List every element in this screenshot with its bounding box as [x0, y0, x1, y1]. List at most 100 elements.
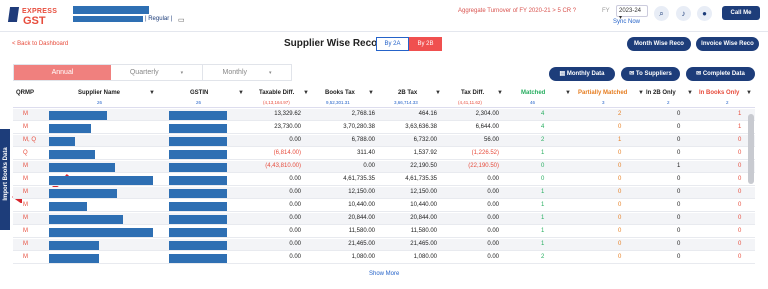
cell-partial[interactable]: 0 [618, 176, 621, 182]
col-gstin[interactable]: GSTIN [190, 90, 208, 96]
cell-inbooks[interactable]: 0 [738, 241, 741, 247]
cell-matched[interactable]: 1 [541, 228, 544, 234]
tab-annual[interactable]: Annual [14, 65, 111, 80]
col-books-tax[interactable]: Books Tax [325, 90, 355, 96]
table-row[interactable]: M 23,730.00 3,70,280.38 3,63,636.38 6,644.00… [13, 122, 755, 134]
supplier-name-redacted[interactable] [49, 163, 115, 172]
supplier-name-redacted[interactable] [49, 124, 91, 133]
cell-inbooks[interactable]: 0 [738, 254, 741, 260]
supplier-name-redacted[interactable] [49, 111, 107, 120]
gstin-card-icon[interactable]: ▭ [178, 16, 185, 24]
month-wise-reco-button[interactable]: Month Wise Reco [627, 37, 691, 51]
cell-in2b[interactable]: 1 [677, 163, 680, 169]
cell-inbooks[interactable]: 0 [738, 202, 741, 208]
cell-in2b[interactable]: 0 [677, 189, 680, 195]
supplier-name-redacted[interactable] [49, 241, 99, 250]
cell-in2b[interactable]: 0 [677, 202, 680, 208]
cell-partial[interactable]: 0 [618, 241, 621, 247]
table-row[interactable]: M 0.00 4,61,735.35 4,61,735.35 0.00 0 0 0 0 [13, 174, 755, 186]
cell-in2b[interactable]: 0 [677, 111, 680, 117]
col-2b-tax[interactable]: 2B Tax [398, 90, 417, 96]
table-row[interactable]: M 13,329.62 2,768.16 464.16 2,304.00 4 2 0 1 [13, 109, 755, 121]
supplier-name-redacted[interactable] [49, 137, 75, 146]
cell-partial[interactable]: 0 [618, 215, 621, 221]
filter-icon[interactable]: ▼ [687, 90, 693, 96]
cell-in2b[interactable]: 0 [677, 241, 680, 247]
col-in-books-only[interactable]: In Books Only [699, 90, 739, 96]
cell-inbooks[interactable]: 0 [738, 228, 741, 234]
supplier-name-redacted[interactable] [49, 228, 153, 237]
brand-logo[interactable]: EXPRESS GST [7, 5, 57, 27]
table-row[interactable]: M (4,43,810.00) 0.00 22,190.50 (22,190.50) 0 0… [13, 161, 755, 173]
table-row[interactable]: M 0.00 12,150.00 12,150.00 0.00 1 0 0 0 [13, 187, 755, 199]
col-taxable-diff[interactable]: Taxable Diff. [259, 90, 294, 96]
cell-matched[interactable]: 4 [541, 111, 544, 117]
filter-icon[interactable]: ▼ [497, 90, 503, 96]
tab-monthly[interactable]: Monthly ▾ [203, 65, 291, 80]
table-row[interactable]: M, Q 0.00 6,788.00 6,732.00 56.00 2 1 0 0 [13, 135, 755, 147]
cell-partial[interactable]: 0 [618, 228, 621, 234]
search-icon[interactable]: ⌕ [654, 6, 669, 21]
invoice-wise-reco-button[interactable]: Invoice Wise Reco [696, 37, 759, 51]
filter-icon[interactable]: ▼ [149, 90, 155, 96]
cell-matched[interactable]: 2 [541, 137, 544, 143]
cell-inbooks[interactable]: 0 [738, 215, 741, 221]
to-suppliers-button[interactable]: ✉ To Suppliers [621, 67, 680, 81]
filter-icon[interactable]: ▼ [638, 90, 644, 96]
cell-matched[interactable]: 2 [541, 254, 544, 260]
supplier-name-redacted[interactable] [49, 202, 87, 211]
cell-inbooks[interactable]: 0 [738, 189, 741, 195]
cell-in2b[interactable]: 0 [677, 215, 680, 221]
fy-select[interactable]: 2023-24 ▾ [616, 5, 648, 21]
cell-inbooks[interactable]: 0 [738, 176, 741, 182]
cell-partial[interactable]: 0 [618, 163, 621, 169]
cell-inbooks[interactable]: 0 [738, 150, 741, 156]
cell-matched[interactable]: 0 [541, 176, 544, 182]
filter-icon[interactable]: ▼ [746, 90, 752, 96]
supplier-name-redacted[interactable] [49, 215, 123, 224]
table-row[interactable]: M 0.00 20,844.00 20,844.00 0.00 1 0 0 0 [13, 213, 755, 225]
table-row[interactable]: M 0.00 21,465.00 21,465.00 0.00 1 0 0 0 [13, 239, 755, 251]
cell-inbooks[interactable]: 0 [738, 137, 741, 143]
cell-matched[interactable]: 1 [541, 215, 544, 221]
call-me-button[interactable]: Call Me [722, 6, 760, 20]
scrollbar[interactable] [748, 114, 754, 184]
supplier-name-redacted[interactable] [49, 150, 95, 159]
toggle-by-2a[interactable]: By 2A [376, 37, 409, 51]
cell-in2b[interactable]: 0 [677, 124, 680, 130]
cell-matched[interactable]: 4 [541, 124, 544, 130]
cell-matched[interactable]: 1 [541, 241, 544, 247]
cell-in2b[interactable]: 0 [677, 228, 680, 234]
supplier-name-redacted[interactable] [49, 254, 99, 263]
cell-matched[interactable]: 0 [541, 163, 544, 169]
cell-partial[interactable]: 0 [618, 124, 621, 130]
user-icon[interactable]: ● [697, 6, 712, 21]
table-row[interactable]: M 0.00 10,440.00 10,440.00 0.00 1 0 0 0 [13, 200, 755, 212]
cell-inbooks[interactable]: 1 [738, 124, 741, 130]
supplier-name-redacted[interactable] [49, 189, 117, 198]
col-partially-matched[interactable]: Partially Matched [578, 90, 627, 96]
toggle-by-2b[interactable]: By 2B [409, 37, 442, 51]
filter-icon[interactable]: ▼ [368, 90, 374, 96]
back-to-dashboard-link[interactable]: < Back to Dashboard [12, 41, 68, 47]
filter-icon[interactable]: ▼ [435, 90, 441, 96]
cell-partial[interactable]: 0 [618, 150, 621, 156]
monthly-data-button[interactable]: ▤ Monthly Data [549, 67, 615, 81]
cell-in2b[interactable]: 0 [677, 150, 680, 156]
cell-partial[interactable]: 1 [618, 137, 621, 143]
cell-matched[interactable]: 1 [541, 189, 544, 195]
complete-data-button[interactable]: ✉ Complete Data [686, 67, 755, 81]
sync-now-link[interactable]: Sync Now [613, 19, 640, 25]
cell-in2b[interactable]: 0 [677, 176, 680, 182]
col-tax-diff[interactable]: Tax Diff. [461, 90, 484, 96]
show-more-link[interactable]: Show More [369, 271, 399, 277]
cell-matched[interactable]: 1 [541, 150, 544, 156]
table-row[interactable]: M 0.00 1,080.00 1,080.00 0.00 2 0 0 0 [13, 252, 755, 264]
col-matched[interactable]: Matched [521, 90, 545, 96]
table-row[interactable]: M 0.00 11,580.00 11,580.00 0.00 1 0 0 0 [13, 226, 755, 238]
supplier-name-redacted[interactable] [49, 176, 153, 185]
filter-icon[interactable]: ▼ [238, 90, 244, 96]
table-row[interactable]: Q (6,814.00) 311.40 1,537.92 (1,226.52) 1 0 0 0 [13, 148, 755, 160]
filter-icon[interactable]: ▼ [303, 90, 309, 96]
cell-inbooks[interactable]: 1 [738, 111, 741, 117]
